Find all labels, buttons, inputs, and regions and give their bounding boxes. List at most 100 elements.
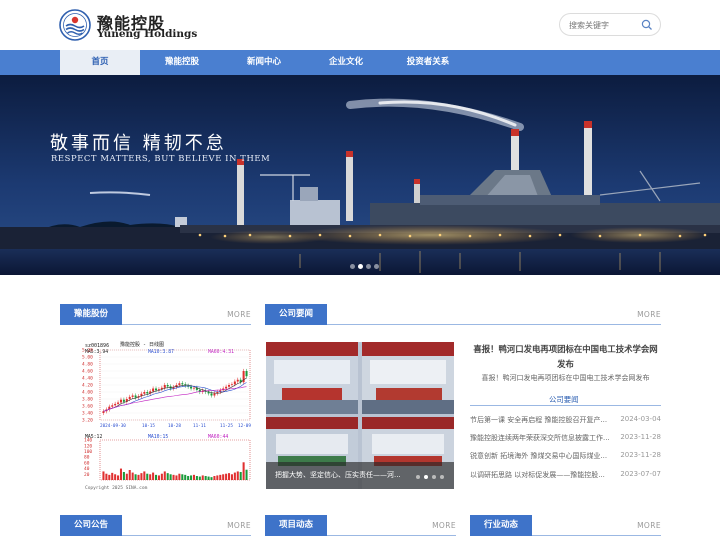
search-input[interactable] — [569, 18, 639, 32]
candle — [102, 411, 105, 413]
date-tick-label: 12-09 — [238, 423, 251, 429]
candle — [128, 396, 131, 399]
volume-tick-label: 60 — [84, 460, 90, 466]
stock-section-title[interactable]: 豫能股份 — [60, 304, 123, 325]
hero-banner[interactable]: 敬事而信 精韧不怠 RESPECT MATTERS, BUT BELIEVE I… — [0, 75, 720, 275]
search-icon[interactable] — [641, 19, 653, 31]
chart-background — [80, 340, 252, 492]
logo-emblem-icon[interactable] — [59, 9, 91, 41]
news-item-date: 2023-11-28 — [620, 433, 661, 441]
announcement-more-link[interactable]: MORE — [227, 521, 251, 530]
company-news-section-header: 公司要闻 MORE — [265, 304, 661, 325]
site-header: 豫能控股 Yuneng Holdings — [0, 0, 720, 50]
banner-dot[interactable] — [350, 264, 355, 269]
stock-chart[interactable]: sz001896 豫能控股 - 日线图 MA5:3.94 MA10:3.87 MA60:… — [80, 340, 252, 492]
nav-item-investor-relations[interactable]: 投资者关系 — [388, 50, 468, 75]
news-list-item[interactable]: 豫能控股连续两年荣获深交所信息披露工作... 2023-11-28 — [470, 433, 661, 445]
volume-bar — [227, 473, 231, 480]
candle — [225, 386, 228, 389]
date-tick-label: 2024-09-30 — [100, 423, 126, 429]
nav-item-yuneng-holdings[interactable]: 豫能控股 — [142, 50, 222, 75]
volume-bar — [157, 475, 160, 480]
candle — [213, 393, 216, 396]
volume-bar — [187, 476, 190, 480]
volume-bar — [102, 471, 105, 480]
volume-tick-label: 20 — [84, 472, 90, 478]
volume-bar — [143, 471, 146, 480]
volume-bar — [219, 474, 222, 480]
photo-dot[interactable] — [432, 475, 436, 479]
news-list-item[interactable]: 锐意创新 拓境海外 豫煤交易中心国际煤业... 2023-11-28 — [470, 451, 661, 463]
volume-bar — [140, 473, 143, 480]
banner-dot-active[interactable] — [358, 264, 363, 269]
volume-bar — [239, 472, 242, 480]
volume-tick-label: 40 — [84, 466, 90, 472]
project-section-title[interactable]: 项目动态 — [265, 515, 328, 536]
industry-section-title[interactable]: 行业动态 — [470, 515, 533, 536]
news-list-item[interactable]: 以调研拓思路 以对标促发展——豫能控股... 2023-07-07 — [470, 470, 661, 482]
chart-copyright: Copyright 2025 SINA.com — [85, 485, 148, 491]
headline-news-title[interactable]: 喜报！鸭河口发电再项团标在中国电工技术学会网发布 — [470, 342, 661, 372]
news-item-title[interactable]: 锐意创新 拓境海外 豫煤交易中心国际煤业... — [470, 451, 610, 461]
price-tick-label: 3.20 — [82, 418, 93, 424]
volume-bar — [201, 475, 204, 480]
volume-bar — [108, 474, 111, 480]
candle — [236, 379, 239, 382]
nav-item-news-center[interactable]: 新闻中心 — [224, 50, 304, 75]
volume-bar — [190, 475, 193, 480]
news-list-item[interactable]: 节后第一课 安全再启程 豫能控股召开复产... 2024-03-04 — [470, 415, 661, 427]
volume-tick-label: 140 — [84, 438, 92, 444]
price-tick-label: 3.80 — [82, 397, 93, 403]
volume-bar — [222, 474, 225, 480]
nav-item-home[interactable]: 首页 — [60, 50, 140, 75]
vol-ma10-label: MA10:15 — [148, 434, 168, 440]
photo-dot[interactable] — [416, 475, 420, 479]
price-tick-label: 4.60 — [82, 369, 93, 375]
volume-bar — [245, 469, 248, 480]
search-box[interactable] — [559, 13, 661, 36]
volume-tick-label: 100 — [84, 449, 92, 455]
banner-slogan-english: RESPECT MATTERS, BUT BELIEVE IN THEM — [51, 153, 271, 163]
volume-bar — [195, 476, 198, 480]
company-news-section-title[interactable]: 公司要闻 — [265, 304, 328, 325]
photo-dot[interactable] — [440, 475, 444, 479]
volume-tick-label: 80 — [84, 455, 90, 461]
candle — [163, 385, 166, 388]
industry-more-link[interactable]: MORE — [637, 521, 661, 530]
project-more-link[interactable]: MORE — [432, 521, 456, 530]
company-news-more-link[interactable]: MORE — [637, 310, 661, 319]
photo-dot-active[interactable] — [424, 475, 428, 479]
news-item-title[interactable]: 节后第一课 安全再启程 豫能控股召开复产... — [470, 415, 610, 425]
banner-dot[interactable] — [374, 264, 379, 269]
volume-bar — [210, 477, 213, 480]
volume-bar — [149, 474, 152, 480]
candle — [227, 385, 231, 387]
nav-item-corporate-culture[interactable]: 企业文化 — [306, 50, 386, 75]
announcement-section-header: 公司公告 MORE — [60, 515, 251, 536]
news-photo-slider[interactable]: 把握大势、坚定信心、压实责任——河... — [266, 342, 454, 489]
date-tick-label: 10-15 — [142, 423, 155, 429]
project-section-header: 项目动态 MORE — [265, 515, 456, 536]
candle — [134, 395, 137, 398]
volume-bar — [233, 472, 236, 480]
candle — [166, 385, 169, 387]
volume-bar — [114, 474, 117, 480]
volume-tick-label: 120 — [84, 443, 92, 449]
volume-bar — [242, 462, 245, 480]
industry-section-header: 行业动态 MORE — [470, 515, 661, 536]
stock-more-link[interactable]: MORE — [227, 310, 251, 319]
news-item-title[interactable]: 以调研拓思路 以对标促发展——豫能控股... — [470, 470, 610, 480]
banner-dot[interactable] — [366, 264, 371, 269]
candle — [114, 403, 117, 406]
candle — [119, 399, 123, 403]
candle — [207, 392, 210, 394]
candle — [117, 402, 120, 404]
volume-bar — [192, 474, 196, 480]
headline-news-summary: 喜报！鸭河口发电再项团标在中国电工技术学会网发布 — [481, 374, 650, 382]
news-item-title[interactable]: 豫能控股连续两年荣获深交所信息披露工作... — [470, 433, 610, 443]
price-tick-label: 3.40 — [82, 411, 93, 417]
volume-bar — [119, 468, 123, 480]
announcement-section-title[interactable]: 公司公告 — [60, 515, 123, 536]
candle — [146, 392, 149, 394]
banner-slogan-chinese: 敬事而信 精韧不怠 — [50, 133, 227, 154]
